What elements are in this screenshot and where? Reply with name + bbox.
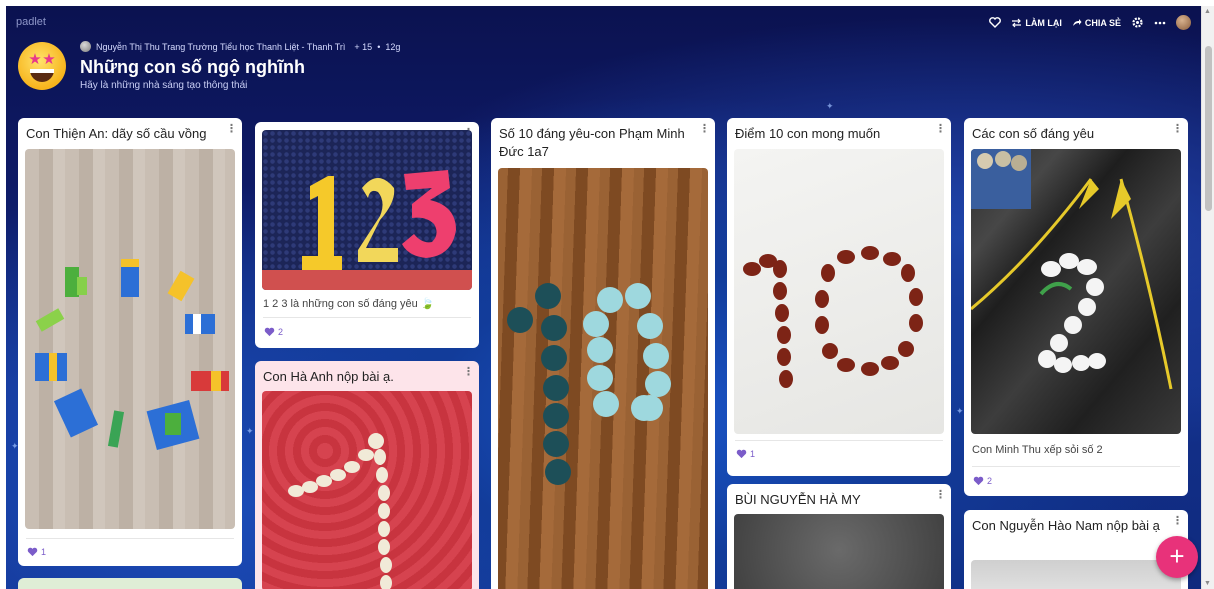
post-menu-icon[interactable]: ⋮ (1172, 514, 1183, 527)
post-image[interactable] (734, 514, 944, 589)
post-title: BÙI NGUYỄN HÀ MY (735, 492, 861, 507)
button-digit-shapes (507, 283, 671, 485)
post-menu-icon[interactable]: ⋮ (1172, 122, 1183, 135)
post-menu-icon[interactable]: ⋮ (463, 365, 474, 378)
like-button[interactable]: 1 (736, 449, 755, 459)
share-button[interactable]: CHIA SẺ (1072, 18, 1121, 28)
heart-icon (736, 449, 747, 459)
like-button[interactable]: 2 (264, 327, 283, 337)
board-age: 12g (385, 41, 401, 52)
post-menu-icon[interactable]: ⋮ (226, 122, 237, 135)
seed-digit-shapes (743, 246, 923, 388)
post-caption: 1 2 3 là những con số đáng yêu 🍃 (263, 298, 435, 310)
scroll-up-icon[interactable]: ▲ (1204, 8, 1211, 15)
contributors-count[interactable]: + 15 (354, 42, 372, 52)
like-count: 1 (41, 547, 47, 557)
add-post-button[interactable]: + (1156, 536, 1198, 578)
post-image[interactable] (498, 168, 708, 589)
remake-icon (1011, 18, 1022, 28)
post-title: Điểm 10 con mong muốn (735, 126, 881, 141)
pebble-digit-one (288, 433, 392, 589)
post-card[interactable]: Con Nguyễn Hào Nam nộp bài ạ ⋮ (964, 510, 1188, 589)
lego-123-shape (262, 170, 472, 290)
post-image[interactable] (25, 149, 235, 529)
pebble-digit-two-shape (971, 149, 1173, 390)
post-divider (26, 538, 234, 539)
star-decoration: ✦ (956, 406, 964, 416)
post-card[interactable]: Số 10 đáng yêu-con Phạm Minh Đức 1a7 ⋮ (491, 118, 715, 589)
post-divider (263, 317, 471, 318)
post-caption: Con Minh Thu xếp sỏi số 2 (972, 444, 1103, 456)
board-meta: Nguyễn Thị Thu Trang Trường Tiểu học Tha… (80, 41, 400, 52)
post-title: Con Thiện An: dãy số cầu vồng (26, 126, 207, 141)
post-image[interactable] (971, 149, 1181, 434)
like-count: 2 (987, 476, 993, 486)
share-icon (1072, 18, 1082, 27)
star-eye-icon: ★ (28, 51, 42, 68)
heart-icon[interactable] (989, 17, 1002, 28)
star-eye-icon: ★ (42, 51, 56, 68)
post-card[interactable]: Điểm 10 con mong muốn ⋮ 1 (727, 118, 951, 476)
post-title: Số 10 đáng yêu-con Phạm Minh Đức 1a7 (499, 126, 685, 159)
post-title: Các con số đáng yêu (972, 126, 1095, 141)
emoji-mouth (30, 69, 54, 82)
author-name[interactable]: Nguyễn Thị Thu Trang Trường Tiểu học Tha… (96, 42, 345, 52)
post-image[interactable] (971, 560, 1181, 589)
avatar[interactable] (1176, 15, 1191, 30)
remake-button[interactable]: LÀM LẠI (1011, 18, 1062, 28)
post-card[interactable]: Các con số đáng yêu ⋮ Con Minh Thu xếp s… (964, 118, 1188, 496)
post-card[interactable] (18, 578, 242, 589)
heart-icon (973, 476, 984, 486)
board-emoji-icon: ★ ★ (18, 42, 66, 90)
share-label: CHIA SẺ (1084, 17, 1121, 28)
remake-label: LÀM LẠI (1025, 17, 1062, 28)
post-divider (735, 440, 943, 441)
star-decoration: ✦ (246, 426, 254, 436)
scrollbar[interactable]: ▲ ▼ (1201, 6, 1214, 589)
more-icon[interactable] (1154, 21, 1166, 25)
padlet-board: ✦ ✦ ✦ ✦ ✦ ✦ padlet LÀM LẠI CHIA SẺ ★ (6, 6, 1201, 589)
scroll-down-icon[interactable]: ▼ (1204, 580, 1211, 587)
post-image[interactable] (734, 149, 944, 434)
post-card[interactable]: ⋮ 1 2 3 là những con số đáng yêu 🍃 2 (255, 122, 479, 348)
author-avatar (80, 41, 91, 52)
post-image[interactable] (262, 130, 472, 290)
post-menu-icon[interactable]: ⋮ (935, 488, 946, 501)
post-card[interactable]: Con Thiện An: dãy số cầu vồng ⋮ 1 (18, 118, 242, 566)
post-title: Con Hà Anh nộp bài ạ. (263, 369, 394, 384)
post-divider (972, 466, 1180, 467)
post-card[interactable]: BÙI NGUYỄN HÀ MY ⋮ (727, 484, 951, 589)
post-card[interactable]: Con Hà Anh nộp bài ạ. ⋮ (255, 361, 479, 589)
padlet-logo[interactable]: padlet (16, 16, 46, 28)
star-decoration: ✦ (826, 101, 834, 111)
heart-icon (264, 327, 275, 337)
post-menu-icon[interactable]: ⋮ (935, 122, 946, 135)
post-title: Con Nguyễn Hào Nam nộp bài ạ (972, 518, 1160, 533)
post-image[interactable] (262, 391, 472, 589)
like-button[interactable]: 2 (973, 476, 992, 486)
gear-icon[interactable] (1131, 16, 1144, 29)
like-count: 2 (278, 327, 284, 337)
board-title: Những con số ngộ nghĩnh (80, 57, 305, 77)
post-menu-icon[interactable]: ⋮ (699, 122, 710, 135)
header-actions: LÀM LẠI CHIA SẺ (989, 15, 1191, 30)
like-button[interactable]: 1 (27, 547, 46, 557)
heart-icon (27, 547, 38, 557)
like-count: 1 (750, 449, 756, 459)
meta-separator: • (377, 41, 381, 52)
board-subtitle: Hãy là những nhà sáng tạo thông thái (80, 80, 248, 91)
lego-digit-shapes (35, 259, 229, 451)
scrollbar-thumb[interactable] (1205, 46, 1212, 211)
